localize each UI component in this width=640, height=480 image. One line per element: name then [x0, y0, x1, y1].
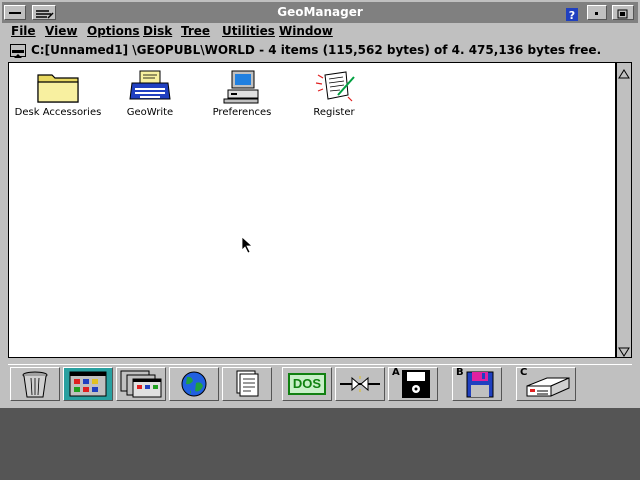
file-item-label: GeoWrite [126, 107, 174, 118]
menu-window[interactable]: Window [279, 24, 333, 38]
documents-icon [236, 370, 259, 397]
svg-text:?: ? [569, 9, 575, 21]
minimize-button[interactable] [587, 5, 607, 20]
dos-button[interactable]: DOS [282, 367, 332, 401]
arrow-down-icon [618, 347, 630, 357]
globe-icon [181, 371, 207, 397]
drive-b-letter: B [456, 367, 464, 378]
overlapping-windows-button[interactable] [63, 367, 113, 401]
file-item-register[interactable]: Register [289, 69, 379, 118]
vertical-scrollbar[interactable] [616, 62, 632, 358]
menu-disk[interactable]: Disk [143, 24, 172, 38]
drive-c-letter: C [520, 367, 528, 378]
computer-icon [218, 69, 266, 105]
file-item-label: Preferences [212, 107, 272, 118]
globe-button[interactable] [169, 367, 219, 401]
file-item-desk-accessories[interactable]: Desk Accessories [13, 69, 103, 118]
wastebasket-button[interactable] [10, 367, 60, 401]
exit-button[interactable] [335, 367, 385, 401]
question-mark-icon: ? [566, 8, 578, 22]
mouse-pointer-icon [241, 236, 254, 254]
drive-a-letter: A [392, 367, 400, 378]
menu-tree[interactable]: Tree [181, 24, 210, 38]
drive-window-icon[interactable] [10, 44, 26, 58]
full-screen-windows-button[interactable] [116, 367, 166, 401]
wastebasket-icon [22, 371, 48, 398]
scroll-up-button[interactable] [618, 65, 630, 79]
overlapping-windows-icon [69, 371, 107, 397]
exit-arrows-icon [340, 376, 380, 392]
drive-b-button[interactable]: B [452, 367, 502, 401]
folder-icon [34, 69, 82, 105]
menu-view[interactable]: View [45, 24, 77, 38]
drive-c-button[interactable]: C [516, 367, 576, 401]
dos-label: DOS [292, 376, 322, 391]
geomanager-window: GeoManager ? File View Options Disk Tree… [0, 0, 640, 408]
arrow-up-icon [618, 69, 630, 79]
window-title: GeoManager [277, 5, 363, 19]
help-button[interactable]: ? [562, 5, 582, 22]
dos-icon: DOS [288, 373, 326, 395]
file-item-label: Register [313, 107, 355, 118]
typewriter-icon [126, 69, 174, 105]
maximize-icon [617, 9, 628, 19]
maximize-button[interactable] [612, 5, 634, 20]
menu-bar: File View Options Disk Tree Utilities Wi… [2, 23, 638, 40]
file-item-label: Desk Accessories [14, 107, 102, 118]
file-item-geowrite[interactable]: GeoWrite [105, 69, 195, 118]
title-bar[interactable]: GeoManager ? [2, 2, 638, 24]
scroll-down-button[interactable] [618, 343, 630, 357]
file-item-preferences[interactable]: Preferences [197, 69, 287, 118]
document-icon [310, 69, 358, 105]
menu-options[interactable]: Options [87, 24, 140, 38]
minimize-icon [595, 12, 598, 15]
drive-a-button[interactable]: A [388, 367, 438, 401]
documents-button[interactable] [222, 367, 272, 401]
menu-file[interactable]: File [11, 24, 36, 38]
folder-contents-pane[interactable]: Desk Accessories GeoWrite Preferences Re… [8, 62, 616, 358]
tool-bar: DOS A B C [8, 364, 632, 403]
path-bar: C:[Unnamed1] \GEOPUBL\WORLD - 4 items (1… [8, 42, 632, 60]
path-status-text: C:[Unnamed1] \GEOPUBL\WORLD - 4 items (1… [31, 43, 602, 57]
menu-utilities[interactable]: Utilities [222, 24, 275, 38]
full-screen-windows-icon [120, 370, 162, 398]
